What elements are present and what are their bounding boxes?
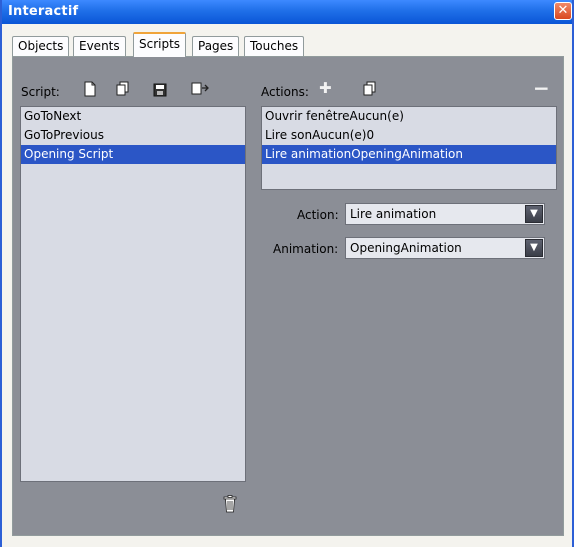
animation-select[interactable]: OpeningAnimation ▼: [345, 237, 545, 259]
action-select[interactable]: Lire animation ▼: [345, 203, 545, 225]
interactif-window: Interactif ✕ Objects Events Scripts Page…: [0, 0, 574, 547]
chevron-down-icon[interactable]: ▼: [525, 239, 543, 257]
remove-action-button[interactable]: −: [533, 76, 550, 100]
tab-events[interactable]: Events: [73, 36, 126, 56]
trash-icon[interactable]: [223, 495, 237, 513]
animation-field-label: Animation:: [273, 242, 339, 256]
list-item[interactable]: Lire animationOpeningAnimation: [262, 145, 556, 164]
tab-pages[interactable]: Pages: [192, 36, 240, 56]
actions-label: Actions:: [261, 85, 309, 99]
close-button[interactable]: ✕: [554, 2, 572, 20]
tab-objects[interactable]: Objects: [12, 36, 70, 56]
chevron-down-icon[interactable]: ▼: [525, 205, 543, 223]
script-list[interactable]: GoToNext GoToPrevious Opening Script: [20, 106, 246, 482]
action-select-value: Lire animation: [350, 207, 437, 221]
list-item[interactable]: Ouvrir fenêtreAucun(e): [262, 107, 556, 126]
animation-select-value: OpeningAnimation: [350, 241, 462, 255]
add-action-button[interactable]: ✚: [319, 79, 332, 97]
action-field-label: Action:: [297, 208, 339, 222]
list-item[interactable]: GoToPrevious: [21, 126, 245, 145]
duplicate-action-icon[interactable]: [363, 81, 377, 97]
script-label: Script:: [21, 85, 60, 99]
new-script-icon[interactable]: [83, 81, 97, 97]
actions-list[interactable]: Ouvrir fenêtreAucun(e) Lire sonAucun(e)0…: [261, 106, 557, 190]
list-item[interactable]: Opening Script: [21, 145, 245, 164]
tab-scripts[interactable]: Scripts: [133, 32, 187, 57]
duplicate-script-icon[interactable]: [116, 81, 130, 97]
list-item[interactable]: GoToNext: [21, 107, 245, 126]
list-item[interactable]: Lire sonAucun(e)0: [262, 126, 556, 145]
title-bar[interactable]: Interactif ✕: [2, 0, 572, 24]
scripts-panel: Script: GoToNext GoToPrevious Opening Sc…: [12, 56, 564, 536]
window-title: Interactif: [8, 4, 79, 19]
save-script-icon[interactable]: [153, 82, 167, 98]
import-script-icon[interactable]: [191, 81, 209, 97]
tab-touches[interactable]: Touches: [244, 36, 305, 56]
